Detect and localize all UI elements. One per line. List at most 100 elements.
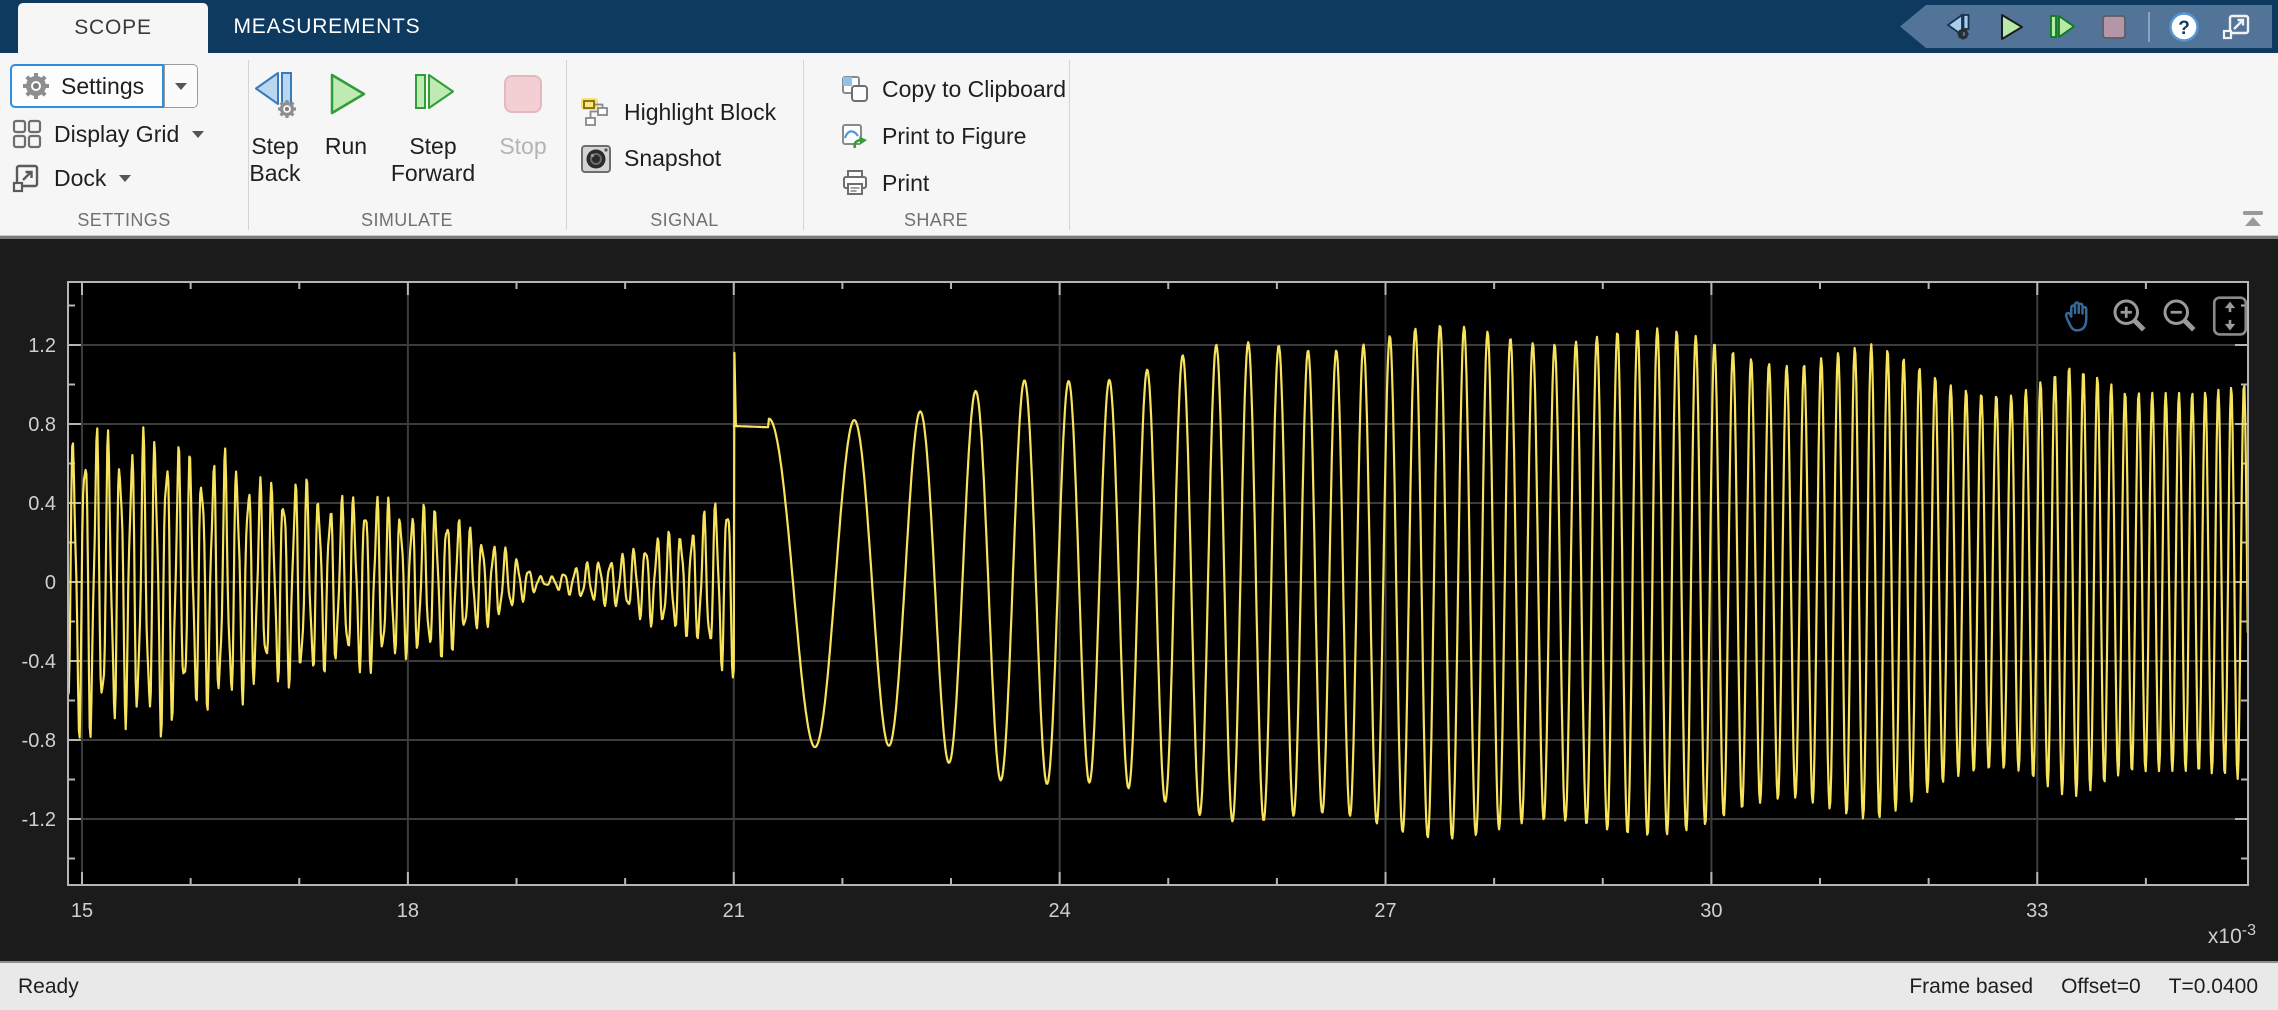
run-button[interactable]: Run <box>315 59 377 160</box>
x-tick-label: 21 <box>723 900 745 922</box>
quick-access-divider <box>2148 12 2150 42</box>
tab-scope-label: SCOPE <box>74 16 152 40</box>
x-tick-label: 24 <box>1049 900 1071 922</box>
zoom-in-icon <box>2110 296 2150 336</box>
y-tick-label: 1.2 <box>28 335 56 357</box>
quick-step-back-button[interactable] <box>1940 9 1976 45</box>
dock-label: Dock <box>54 165 106 192</box>
help-icon: ? <box>2167 10 2201 44</box>
display-grid-label: Display Grid <box>54 121 179 148</box>
settings-button-main[interactable]: Settings <box>10 64 164 108</box>
run-label: Run <box>325 133 367 160</box>
printer-icon <box>840 168 870 198</box>
status-offset: Offset=0 <box>2061 975 2141 999</box>
group-label-simulate: SIMULATE <box>248 210 566 234</box>
copy-to-clipboard-label: Copy to Clipboard <box>882 76 1066 103</box>
camera-icon <box>580 142 612 174</box>
toolstrip-tab-bar: SCOPE MEASUREMENTS <box>0 0 2278 53</box>
pop-out-button[interactable] <box>2218 9 2254 45</box>
step-back-label-line1: Step <box>249 133 300 160</box>
step-forward-icon <box>2046 12 2078 42</box>
pop-out-icon <box>2220 12 2252 42</box>
x-axis-scale-label: x10-3 <box>2120 922 2256 949</box>
y-tick-label: 0.4 <box>28 493 56 515</box>
run-icon <box>1995 12 2025 42</box>
step-back-button[interactable]: Step Back <box>230 59 320 187</box>
tab-measurements[interactable]: MEASUREMENTS <box>208 0 446 53</box>
plot-toolbar <box>2058 294 2252 338</box>
tab-measurements-label: MEASUREMENTS <box>234 15 421 39</box>
copy-to-clipboard-button[interactable]: Copy to Clipboard <box>840 67 1066 111</box>
group-label-signal: SIGNAL <box>566 210 803 234</box>
stop-button[interactable]: Stop <box>486 59 560 160</box>
gear-icon <box>21 71 51 101</box>
step-forward-icon <box>407 68 459 120</box>
copy-icon <box>840 74 870 104</box>
settings-button[interactable]: Settings <box>10 64 198 108</box>
group-label-settings: SETTINGS <box>0 210 248 234</box>
caret-down-icon <box>191 130 205 139</box>
quick-step-forward-button[interactable] <box>2044 9 2080 45</box>
step-forward-label-line2: Forward <box>391 160 475 187</box>
group-separator <box>1069 60 1070 230</box>
highlight-block-button[interactable]: Highlight Block <box>580 90 776 134</box>
snapshot-button[interactable]: Snapshot <box>580 136 721 180</box>
group-label-share: SHARE <box>803 210 1069 234</box>
caret-down-icon <box>118 174 132 183</box>
quick-stop-button[interactable] <box>2096 9 2132 45</box>
quick-run-button[interactable] <box>1992 9 2028 45</box>
zoom-in-button[interactable] <box>2108 294 2152 338</box>
quick-access-toolbar: ? <box>1900 5 2272 48</box>
group-separator <box>566 60 567 230</box>
tab-scope[interactable]: SCOPE <box>18 3 208 53</box>
snapshot-label: Snapshot <box>624 145 721 172</box>
y-tick-label: -0.8 <box>22 730 56 752</box>
y-tick-label: -0.4 <box>22 651 56 673</box>
step-forward-button[interactable]: Step Forward <box>385 59 481 187</box>
x-tick-label: 33 <box>2026 900 2048 922</box>
grid-icon <box>12 119 42 149</box>
stop-label: Stop <box>499 133 546 160</box>
dock-icon <box>12 163 42 193</box>
print-figure-icon <box>840 121 870 151</box>
status-time: T=0.0400 <box>2169 975 2258 999</box>
step-back-label-line2: Back <box>249 160 300 187</box>
collapse-ribbon-button[interactable] <box>2236 205 2270 233</box>
stop-icon <box>2099 12 2129 42</box>
status-bar: Ready Frame based Offset=0 T=0.0400 <box>0 961 2278 1010</box>
collapse-chevron-icon <box>2240 209 2266 229</box>
dock-button[interactable]: Dock <box>12 156 132 200</box>
print-button[interactable]: Print <box>840 161 929 205</box>
settings-label: Settings <box>61 73 144 100</box>
run-icon <box>322 70 370 118</box>
print-to-figure-label: Print to Figure <box>882 123 1026 150</box>
step-back-icon <box>249 68 301 120</box>
display-grid-button[interactable]: Display Grid <box>12 112 205 156</box>
x-tick-label: 30 <box>1700 900 1722 922</box>
step-back-icon <box>1942 12 1974 42</box>
highlight-block-icon <box>580 96 612 128</box>
fit-vertical-icon <box>2210 295 2250 337</box>
x-tick-label: 27 <box>1374 900 1396 922</box>
help-button[interactable]: ? <box>2166 9 2202 45</box>
x-tick-label: 15 <box>71 900 93 922</box>
ribbon-toolbar: Settings Display Grid <box>0 53 2278 236</box>
zoom-out-icon <box>2160 296 2200 336</box>
settings-dropdown-button[interactable] <box>164 64 198 108</box>
y-tick-label: 0 <box>45 572 56 594</box>
print-label: Print <box>882 170 929 197</box>
print-to-figure-button[interactable]: Print to Figure <box>840 114 1026 158</box>
highlight-block-label: Highlight Block <box>624 99 776 126</box>
group-separator <box>803 60 804 230</box>
pan-hand-icon <box>2060 296 2100 336</box>
x-tick-label: 18 <box>397 900 419 922</box>
stop-icon <box>499 70 547 118</box>
pan-button[interactable] <box>2058 294 2102 338</box>
caret-down-icon <box>174 82 188 91</box>
scope-window: SCOPE MEASUREMENTS <box>0 0 2278 1010</box>
status-details: Frame based Offset=0 T=0.0400 <box>1881 975 2258 999</box>
waveform-plot[interactable]: 15182124273033-1.2-0.8-0.400.40.81.2 <box>0 239 2278 961</box>
svg-text:?: ? <box>2178 18 2190 39</box>
zoom-out-button[interactable] <box>2158 294 2202 338</box>
fit-vertical-button[interactable] <box>2208 294 2252 338</box>
